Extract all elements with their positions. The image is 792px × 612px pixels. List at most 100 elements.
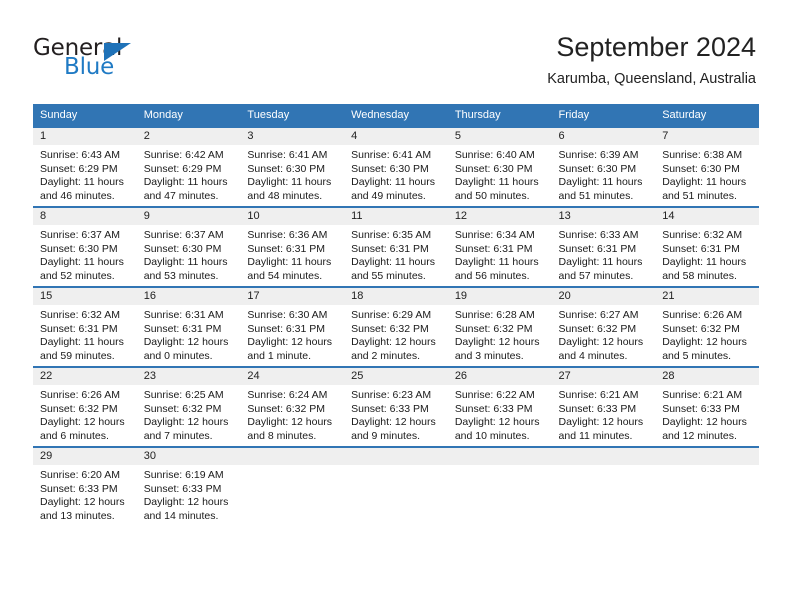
- calendar-cell[interactable]: 1 Sunrise: 6:43 AM Sunset: 6:29 PM Daylight…: [33, 126, 137, 206]
- day-number: 12: [447, 208, 552, 225]
- calendar-cell[interactable]: 5 Sunrise: 6:40 AM Sunset: 6:30 PM Daylight…: [447, 126, 552, 206]
- sunset-text: Sunset: 6:31 PM: [351, 242, 429, 255]
- daylight-text-line2: and 54 minutes.: [247, 269, 323, 282]
- sunset-text: Sunset: 6:29 PM: [40, 162, 118, 175]
- daylight-text-line2: and 50 minutes.: [454, 189, 530, 202]
- sunrise-text: Sunrise: 6:34 AM: [454, 229, 535, 241]
- sunset-text: Sunset: 6:31 PM: [558, 242, 637, 255]
- day-number: 29: [33, 448, 137, 465]
- calendar-cell[interactable]: 11 Sunrise: 6:35 AM Sunset: 6:31 PM Dayligh…: [344, 206, 448, 286]
- daylight-text-line1: Daylight: 12 hours: [662, 336, 747, 349]
- calendar-cell[interactable]: 7 Sunrise: 6:38 AM Sunset: 6:30 PM Daylight…: [655, 126, 759, 206]
- day-number: 13: [551, 208, 656, 225]
- daylight-text-line1: Daylight: 11 hours: [454, 176, 539, 189]
- calendar-cell[interactable]: 2 Sunrise: 6:42 AM Sunset: 6:29 PM Daylight…: [136, 126, 241, 206]
- sunset-text: Sunset: 6:33 PM: [454, 402, 533, 415]
- calendar-cell[interactable]: 6 Sunrise: 6:39 AM Sunset: 6:30 PM Daylight…: [551, 126, 656, 206]
- calendar-cell[interactable]: 10 Sunrise: 6:36 AM Sunset: 6:31 PM Dayligh…: [240, 206, 345, 286]
- calendar-cell[interactable]: 26 Sunrise: 6:22 AM Sunset: 6:33 PM Dayligh…: [447, 366, 552, 446]
- daylight-text-line2: and 12 minutes.: [662, 429, 737, 442]
- calendar-cell[interactable]: 21 Sunrise: 6:26 AM Sunset: 6:32 PM Dayligh…: [655, 286, 759, 366]
- sunrise-text: Sunrise: 6:32 AM: [40, 309, 120, 321]
- sunrise-text: Sunrise: 6:32 AM: [662, 229, 743, 241]
- daylight-text-line1: Daylight: 11 hours: [143, 256, 228, 269]
- calendar-cell[interactable]: 20 Sunrise: 6:27 AM Sunset: 6:32 PM Dayligh…: [551, 286, 656, 366]
- calendar-week-row: 1 Sunrise: 6:43 AM Sunset: 6:29 PM Daylight…: [33, 126, 759, 206]
- calendar-cell[interactable]: 24 Sunrise: 6:24 AM Sunset: 6:32 PM Dayligh…: [240, 366, 345, 446]
- sunset-text: Sunset: 6:30 PM: [662, 162, 740, 175]
- daylight-text-line2: and 52 minutes.: [40, 269, 115, 282]
- daylight-text-line1: Daylight: 12 hours: [40, 416, 125, 429]
- sunrise-text: Sunrise: 6:22 AM: [454, 389, 535, 401]
- sunrise-text: Sunrise: 6:35 AM: [351, 229, 432, 241]
- sunset-text: Sunset: 6:31 PM: [40, 322, 118, 335]
- day-number: 4: [344, 128, 448, 145]
- calendar-cell[interactable]: 25 Sunrise: 6:23 AM Sunset: 6:33 PM Dayligh…: [344, 366, 448, 446]
- day-number: [447, 448, 552, 465]
- calendar-cell[interactable]: 8 Sunrise: 6:37 AM Sunset: 6:30 PM Daylight…: [33, 206, 137, 286]
- calendar-cell[interactable]: 16 Sunrise: 6:31 AM Sunset: 6:31 PM Dayligh…: [136, 286, 241, 366]
- daylight-text-line2: and 0 minutes.: [143, 349, 213, 362]
- daylight-text-line2: and 9 minutes.: [351, 429, 420, 442]
- daylight-text-line1: Daylight: 11 hours: [662, 176, 747, 189]
- calendar-cell[interactable]: 19 Sunrise: 6:28 AM Sunset: 6:32 PM Dayligh…: [447, 286, 552, 366]
- sunrise-text: Sunrise: 6:28 AM: [454, 309, 535, 321]
- sunset-text: Sunset: 6:32 PM: [662, 322, 740, 335]
- calendar-cell[interactable]: 12 Sunrise: 6:34 AM Sunset: 6:31 PM Dayligh…: [447, 206, 552, 286]
- calendar-cell[interactable]: 17 Sunrise: 6:30 AM Sunset: 6:31 PM Dayligh…: [240, 286, 345, 366]
- page-subtitle: Karumba, Queensland, Australia: [547, 71, 756, 87]
- daylight-text-line1: Daylight: 11 hours: [40, 336, 124, 349]
- sunset-text: Sunset: 6:33 PM: [40, 482, 118, 495]
- calendar-cell[interactable]: 9 Sunrise: 6:37 AM Sunset: 6:30 PM Daylight…: [136, 206, 241, 286]
- calendar-cell[interactable]: 3 Sunrise: 6:41 AM Sunset: 6:30 PM Daylight…: [240, 126, 345, 206]
- calendar-cell[interactable]: 23 Sunrise: 6:25 AM Sunset: 6:32 PM Dayligh…: [136, 366, 241, 446]
- sunset-text: Sunset: 6:32 PM: [40, 402, 118, 415]
- daylight-text-line2: and 13 minutes.: [40, 509, 115, 522]
- daylight-text-line1: Daylight: 12 hours: [558, 336, 644, 349]
- daylight-text-line2: and 51 minutes.: [558, 189, 634, 202]
- sunrise-text: Sunrise: 6:25 AM: [143, 389, 224, 401]
- day-number: 17: [240, 288, 345, 305]
- calendar-cell[interactable]: 30 Sunrise: 6:19 AM Sunset: 6:33 PM Dayligh…: [136, 446, 241, 526]
- calendar-cell[interactable]: 18 Sunrise: 6:29 AM Sunset: 6:32 PM Dayligh…: [344, 286, 448, 366]
- day-number: 26: [447, 368, 552, 385]
- day-number: 8: [33, 208, 137, 225]
- sunrise-text: Sunrise: 6:42 AM: [143, 149, 224, 161]
- daylight-text-line1: Daylight: 11 hours: [40, 256, 124, 269]
- sunrise-text: Sunrise: 6:29 AM: [351, 309, 432, 321]
- sunset-text: Sunset: 6:31 PM: [662, 242, 740, 255]
- sunset-text: Sunset: 6:32 PM: [558, 322, 637, 335]
- day-number: 20: [551, 288, 656, 305]
- sunset-text: Sunset: 6:30 PM: [247, 162, 326, 175]
- calendar-cell[interactable]: 4 Sunrise: 6:41 AM Sunset: 6:30 PM Daylight…: [344, 126, 448, 206]
- sunrise-text: Sunrise: 6:21 AM: [558, 389, 639, 401]
- daylight-text-line1: Daylight: 12 hours: [558, 416, 644, 429]
- calendar-cell[interactable]: 22 Sunrise: 6:26 AM Sunset: 6:32 PM Dayligh…: [33, 366, 137, 446]
- day-number: 15: [33, 288, 137, 305]
- general-blue-logo[interactable]: General Blue: [33, 36, 233, 86]
- calendar-page: General Blue September 2024 Karumba, Que…: [0, 0, 792, 612]
- sunset-text: Sunset: 6:30 PM: [558, 162, 637, 175]
- daylight-text-line1: Daylight: 11 hours: [143, 176, 228, 189]
- calendar-cell[interactable]: 13 Sunrise: 6:33 AM Sunset: 6:31 PM Dayligh…: [551, 206, 656, 286]
- sunset-text: Sunset: 6:32 PM: [143, 402, 222, 415]
- daylight-text-line2: and 57 minutes.: [558, 269, 634, 282]
- day-number: 3: [240, 128, 345, 145]
- sunrise-text: Sunrise: 6:26 AM: [662, 309, 743, 321]
- daylight-text-line1: Daylight: 12 hours: [143, 336, 229, 349]
- sunset-text: Sunset: 6:29 PM: [143, 162, 222, 175]
- day-number: 25: [344, 368, 448, 385]
- sunrise-text: Sunrise: 6:26 AM: [40, 389, 120, 401]
- daylight-text-line1: Daylight: 11 hours: [558, 176, 643, 189]
- calendar-table: Sunday Monday Tuesday Wednesday Thursday…: [33, 104, 759, 526]
- day-number: 24: [240, 368, 345, 385]
- calendar-cell[interactable]: 29 Sunrise: 6:20 AM Sunset: 6:33 PM Dayligh…: [33, 446, 137, 526]
- sunset-text: Sunset: 6:33 PM: [351, 402, 429, 415]
- calendar-cell[interactable]: 14 Sunrise: 6:32 AM Sunset: 6:31 PM Dayligh…: [655, 206, 759, 286]
- calendar-cell[interactable]: 27 Sunrise: 6:21 AM Sunset: 6:33 PM Dayligh…: [551, 366, 656, 446]
- calendar-cell[interactable]: 28 Sunrise: 6:21 AM Sunset: 6:33 PM Dayligh…: [655, 366, 759, 446]
- day-number: 6: [551, 128, 656, 145]
- calendar-cell[interactable]: 15 Sunrise: 6:32 AM Sunset: 6:31 PM Dayligh…: [33, 286, 137, 366]
- sunset-text: Sunset: 6:33 PM: [143, 482, 222, 495]
- sunrise-text: Sunrise: 6:21 AM: [662, 389, 743, 401]
